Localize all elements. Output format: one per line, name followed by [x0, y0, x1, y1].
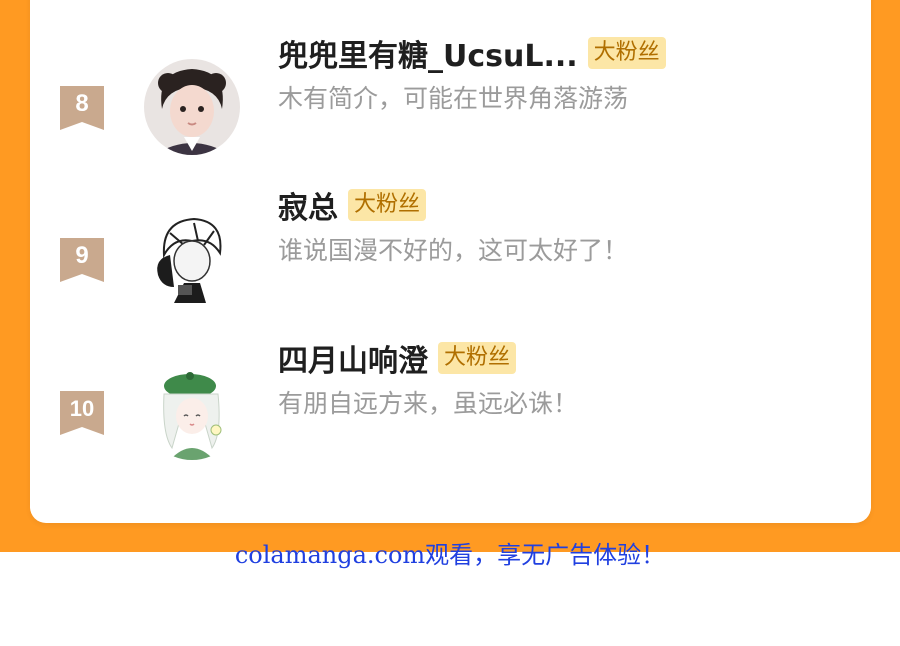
rank-number: 8: [75, 90, 89, 117]
name-line: 四月山响澄 大粉丝: [278, 336, 517, 380]
user-avatar[interactable]: [144, 59, 240, 155]
fan-level-badge: 大粉丝: [438, 342, 517, 374]
rank-badge: 10: [60, 391, 104, 435]
name-line: 寂总 大粉丝: [278, 183, 427, 227]
rank-number: 9: [75, 242, 89, 269]
user-name[interactable]: 寂总: [278, 183, 338, 227]
user-name[interactable]: 兜兜里有糖_UcsuL...: [278, 31, 578, 75]
rank-badge: 9: [60, 238, 104, 282]
rank-number: 10: [69, 396, 95, 421]
rank-badge: 8: [60, 86, 104, 130]
user-avatar[interactable]: [144, 364, 240, 460]
user-bio: 有朋自远方来，虽远必诛！: [278, 389, 579, 418]
user-bio: 谁说国漫不好的，这可太好了！: [278, 236, 629, 265]
sketch-boy-avatar-icon: [144, 211, 240, 307]
user-name[interactable]: 四月山响澄: [278, 336, 428, 380]
fan-level-badge: 大粉丝: [587, 37, 666, 69]
green-hat-girl-avatar-icon: [144, 364, 240, 460]
name-line: 兜兜里有糖_UcsuL... 大粉丝: [278, 31, 666, 75]
fan-row-9[interactable]: 9 寂总 大粉丝 谁说国漫不好的，这可太好了！: [30, 189, 871, 307]
fan-row-8[interactable]: 8 兜兜里有糖_UcsuL... 大粉丝 木有简介，可能在世界角落游荡: [30, 37, 871, 155]
fan-level-badge: 大粉丝: [348, 189, 427, 221]
watermark-link[interactable]: colamanga.com观看，享无广告体验！: [0, 538, 900, 572]
fan-row-10[interactable]: 10 四月山响澄 大粉丝 有朋自远方来，虽远必诛！: [30, 342, 871, 460]
user-avatar[interactable]: [144, 211, 240, 307]
fan-ranking-card: 8 兜兜里有糖_UcsuL... 大粉丝 木有简介，可能在世界角落游荡 9 寂总…: [30, 0, 871, 523]
user-bio: 木有简介，可能在世界角落游荡: [278, 84, 629, 113]
girl-photo-avatar-icon: [144, 59, 240, 155]
